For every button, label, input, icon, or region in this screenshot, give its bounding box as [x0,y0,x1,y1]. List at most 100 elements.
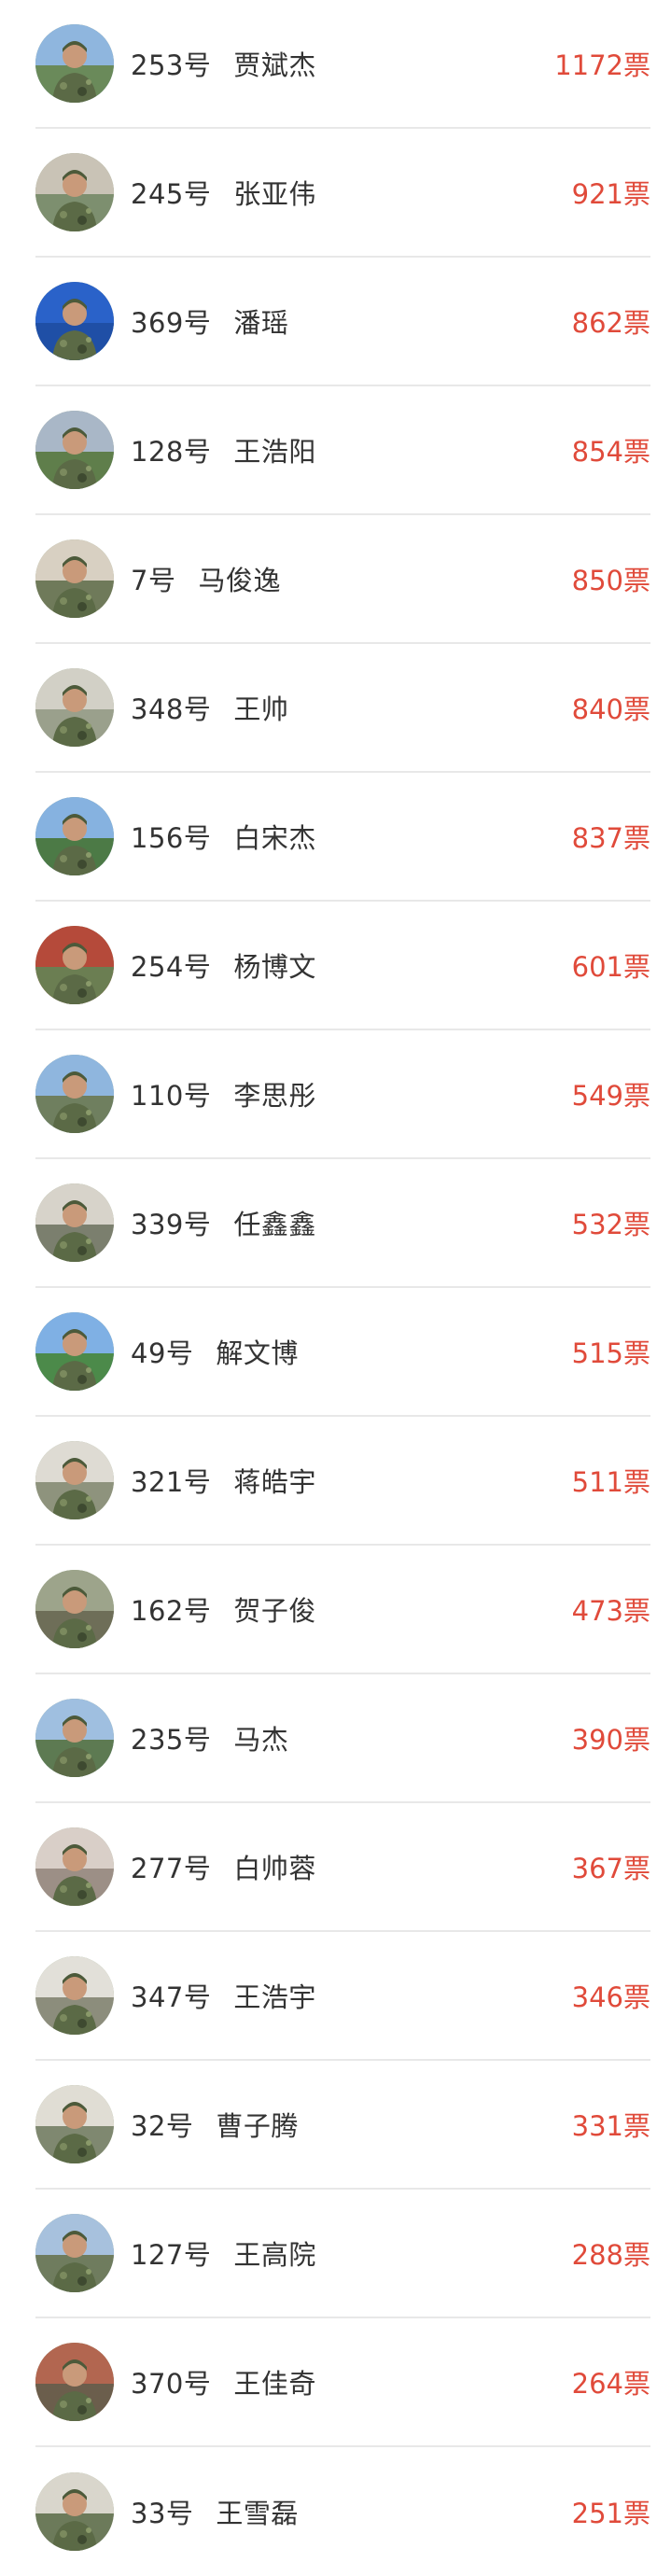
contestant-number: 7号 [131,565,176,596]
contestant-number: 127号 [131,2239,212,2271]
avatar[interactable] [35,668,114,747]
list-item[interactable]: 127号 王高院 288票 [35,2190,650,2318]
contestant-label: 127号 王高院 [131,2233,316,2273]
contestant-label: 49号 解文博 [131,1332,299,1371]
list-item[interactable]: 156号 白宋杰 837票 [35,773,650,902]
avatar[interactable] [35,2343,114,2421]
avatar[interactable] [35,1312,114,1391]
contestant-number: 235号 [131,1724,212,1756]
contestant-label: 33号 王雪磊 [131,2492,299,2531]
list-item[interactable]: 128号 王浩阳 854票 [35,386,650,515]
avatar[interactable] [35,24,114,103]
list-item[interactable]: 245号 张亚伟 921票 [35,129,650,258]
contestant-label: 156号 白宋杰 [131,817,316,856]
contestant-number: 128号 [131,436,212,468]
list-item[interactable]: 277号 白帅蓉 367票 [35,1803,650,1932]
contestant-name: 王高院 [233,2239,316,2271]
avatar[interactable] [35,1956,114,2035]
contestant-name: 王帅 [233,693,289,725]
list-item[interactable]: 348号 王帅 840票 [35,644,650,773]
contestant-number: 33号 [131,2498,194,2529]
vote-count: 840票 [571,693,650,725]
contestant-number: 245号 [131,178,212,210]
contestant-number: 110号 [131,1080,212,1112]
list-item[interactable]: 235号 马杰 390票 [35,1674,650,1803]
contestant-name: 贾斌杰 [233,49,316,81]
list-item[interactable]: 254号 杨博文 601票 [35,902,650,1030]
avatar[interactable] [35,153,114,231]
avatar[interactable] [35,797,114,875]
list-item[interactable]: 32号 曹子腾 331票 [35,2061,650,2190]
contestant-number: 277号 [131,1853,212,1884]
contestant-number: 369号 [131,307,212,339]
contestant-number: 32号 [131,2110,194,2142]
avatar[interactable] [35,2214,114,2292]
avatar[interactable] [35,2472,114,2551]
vote-count: 367票 [571,1853,650,1884]
contestant-name: 张亚伟 [233,178,316,210]
contestant-label: 253号 贾斌杰 [131,44,316,83]
avatar[interactable] [35,926,114,1004]
avatar[interactable] [35,1183,114,1262]
vote-count: 288票 [571,2239,650,2271]
contestant-name: 李思彤 [233,1080,316,1112]
contestant-name: 任鑫鑫 [233,1209,316,1240]
avatar[interactable] [35,1055,114,1133]
list-item[interactable]: 339号 任鑫鑫 532票 [35,1159,650,1288]
contestant-label: 277号 白帅蓉 [131,1847,316,1886]
contestant-label: 370号 王佳奇 [131,2362,316,2401]
avatar[interactable] [35,1570,114,1648]
list-item[interactable]: 253号 贾斌杰 1172票 [35,0,650,129]
contestant-label: 321号 蒋皓宇 [131,1461,316,1500]
vote-count: 850票 [571,565,650,596]
contestant-label: 347号 王浩宇 [131,1976,316,2015]
contestant-label: 369号 潘瑶 [131,301,288,341]
list-item[interactable]: 321号 蒋皓宇 511票 [35,1417,650,1546]
contestant-number: 347号 [131,1981,212,2013]
list-item[interactable]: 33号 王雪磊 251票 [35,2447,650,2576]
contestant-name: 王佳奇 [233,2368,316,2400]
list-item[interactable]: 7号 马俊逸 850票 [35,515,650,644]
vote-count: 264票 [571,2368,650,2400]
vote-count: 511票 [571,1466,650,1498]
vote-count: 549票 [571,1080,650,1112]
avatar[interactable] [35,539,114,618]
vote-count: 346票 [571,1981,650,2013]
avatar[interactable] [35,1441,114,1519]
avatar[interactable] [35,2085,114,2163]
contestant-name: 解文博 [216,1337,299,1369]
contestant-name: 王雪磊 [216,2498,299,2529]
contestant-name: 白帅蓉 [233,1853,316,1884]
vote-count: 837票 [571,822,650,854]
contestant-name: 马俊逸 [198,565,281,596]
avatar[interactable] [35,1699,114,1777]
ranking-list: 253号 贾斌杰 1172票 245号 张亚伟 921票 369号 潘瑶 862票 128号 王浩阳… [0,0,671,2576]
contestant-label: 162号 贺子俊 [131,1589,316,1629]
list-item[interactable]: 347号 王浩宇 346票 [35,1932,650,2061]
list-item[interactable]: 370号 王佳奇 264票 [35,2318,650,2447]
list-item[interactable]: 49号 解文博 515票 [35,1288,650,1417]
list-item[interactable]: 110号 李思彤 549票 [35,1030,650,1159]
contestant-label: 235号 马杰 [131,1718,288,1757]
list-item[interactable]: 162号 贺子俊 473票 [35,1546,650,1674]
vote-count: 515票 [571,1337,650,1369]
contestant-label: 128号 王浩阳 [131,430,316,469]
contestant-label: 110号 李思彤 [131,1074,316,1113]
contestant-name: 贺子俊 [233,1595,316,1627]
contestant-name: 蒋皓宇 [233,1466,316,1498]
avatar[interactable] [35,411,114,489]
avatar[interactable] [35,282,114,360]
avatar[interactable] [35,1827,114,1906]
contestant-name: 王浩阳 [233,436,316,468]
list-item[interactable]: 369号 潘瑶 862票 [35,258,650,386]
contestant-number: 49号 [131,1337,194,1369]
vote-count: 601票 [571,951,650,983]
vote-count: 390票 [571,1724,650,1756]
vote-count: 921票 [571,178,650,210]
vote-count: 1172票 [554,49,650,81]
contestant-name: 马杰 [233,1724,289,1756]
contestant-name: 杨博文 [233,951,316,983]
contestant-label: 7号 马俊逸 [131,559,281,598]
contestant-label: 245号 张亚伟 [131,173,316,212]
contestant-label: 348号 王帅 [131,688,288,727]
